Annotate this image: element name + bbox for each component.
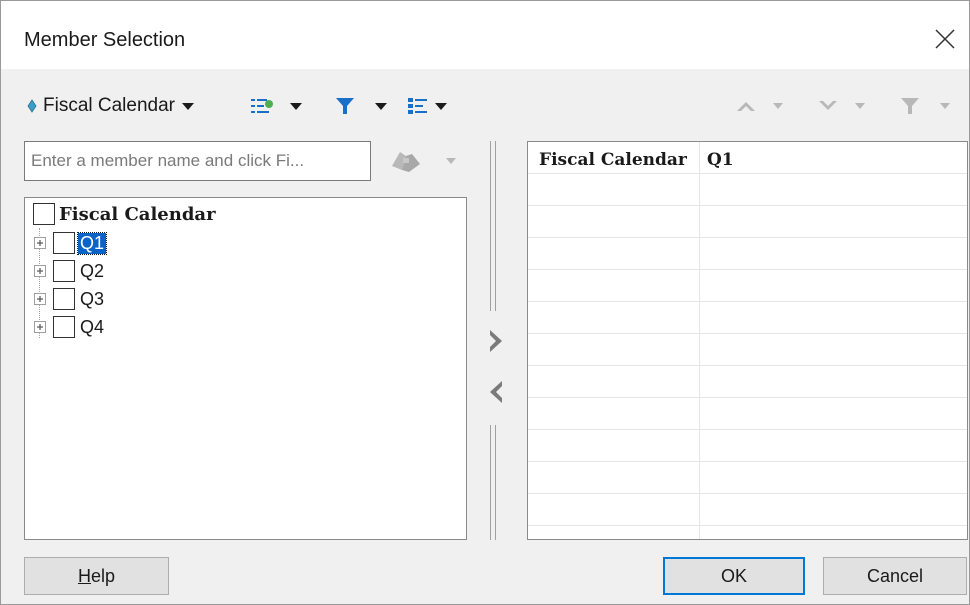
splitter-line [495, 425, 496, 540]
chevron-left-icon [490, 381, 502, 403]
splitter-line [495, 141, 496, 311]
member-selection-dialog: Member Selection Fiscal Calendar Enter a… [0, 0, 970, 605]
member-search-input[interactable] [24, 141, 371, 181]
caret-down-icon [435, 103, 447, 110]
selection-empty-row [528, 206, 967, 238]
hierarchy-list-icon [408, 98, 427, 114]
filter-icon [336, 98, 354, 114]
tree-root-label: Fiscal Calendar [59, 203, 216, 225]
cancel-button[interactable]: Cancel [823, 557, 967, 595]
caret-down-icon [773, 103, 783, 109]
tree-root-checkbox[interactable] [33, 203, 55, 225]
chevron-right-icon [490, 330, 502, 352]
dimension-label: Fiscal Calendar [43, 95, 175, 116]
close-icon [935, 29, 955, 49]
selection-empty-row [528, 398, 967, 430]
help-button[interactable]: Help [24, 557, 169, 595]
caret-down-icon [940, 103, 950, 109]
member-tree[interactable]: Fiscal Calendar Q1 Q2 Q3 Q4 [24, 197, 467, 540]
dimension-dropdown[interactable]: Fiscal Calendar [27, 94, 195, 118]
ok-button[interactable]: OK [663, 557, 805, 595]
ok-button-label: OK [720, 565, 747, 586]
tree-item-label: Q4 [80, 316, 105, 337]
tree-item-q2[interactable]: Q2 [33, 257, 106, 285]
expand-plus-icon[interactable] [33, 264, 47, 278]
caret-down-icon [375, 103, 387, 110]
selection-header-row[interactable]: Fiscal Calendar Q1 [528, 142, 967, 174]
close-button[interactable] [931, 25, 959, 53]
title-bar: Member Selection [1, 1, 969, 69]
selection-empty-row [528, 430, 967, 462]
selection-empty-row [528, 494, 967, 526]
selection-filter-button[interactable] [899, 93, 951, 119]
tree-item-checkbox[interactable] [53, 288, 75, 310]
tree-item-label: Q2 [80, 260, 105, 281]
member-list-icon [251, 99, 273, 113]
tree-item-q1[interactable]: Q1 [33, 229, 108, 257]
selection-empty-row [528, 302, 967, 334]
move-up-button[interactable] [734, 93, 784, 119]
tree-item-q4[interactable]: Q4 [33, 313, 106, 341]
selection-empty-row [528, 366, 967, 398]
expand-plus-icon[interactable] [33, 236, 47, 250]
filter-icon [901, 98, 919, 114]
tree-item-q3[interactable]: Q3 [33, 285, 106, 313]
selection-empty-row [528, 174, 967, 206]
dimension-icon [27, 99, 37, 113]
tree-root-item[interactable]: Fiscal Calendar [33, 203, 216, 225]
tree-item-checkbox[interactable] [53, 232, 75, 254]
selection-list[interactable]: Fiscal Calendar Q1 [527, 141, 968, 540]
tree-item-label: Q1 [76, 231, 108, 255]
toolbar: Fiscal Calendar [1, 69, 969, 141]
selection-header-member: Q1 [707, 150, 734, 170]
chevron-down-icon [819, 101, 837, 110]
tree-item-label: Q3 [80, 288, 105, 309]
column-separator [699, 142, 700, 539]
tree-item-checkbox[interactable] [53, 316, 75, 338]
add-to-selection-button[interactable] [483, 326, 509, 356]
find-button[interactable] [389, 146, 457, 176]
filter-button[interactable] [334, 93, 388, 119]
cancel-button-label: Cancel [866, 565, 924, 586]
member-filter-view-button[interactable] [249, 93, 303, 119]
caret-down-icon [182, 103, 194, 110]
selection-header-dimension: Fiscal Calendar [539, 150, 687, 170]
selection-empty-row [528, 334, 967, 366]
binoculars-icon [392, 152, 420, 172]
caret-down-icon [446, 158, 456, 164]
caret-down-icon [290, 103, 302, 110]
selection-empty-row [528, 462, 967, 494]
chevron-up-icon [737, 102, 755, 111]
tree-item-checkbox[interactable] [53, 260, 75, 282]
dialog-title: Member Selection [24, 29, 186, 51]
selection-empty-row [528, 238, 967, 270]
expand-plus-icon[interactable] [33, 320, 47, 334]
help-button-label: Help [77, 565, 116, 586]
move-down-button[interactable] [816, 93, 866, 119]
caret-down-icon [855, 103, 865, 109]
splitter-line [490, 141, 491, 311]
splitter-line [490, 425, 491, 540]
expand-plus-icon[interactable] [33, 292, 47, 306]
selection-empty-row [528, 270, 967, 302]
remove-from-selection-button[interactable] [483, 377, 509, 407]
layout-options-button[interactable] [406, 93, 448, 119]
